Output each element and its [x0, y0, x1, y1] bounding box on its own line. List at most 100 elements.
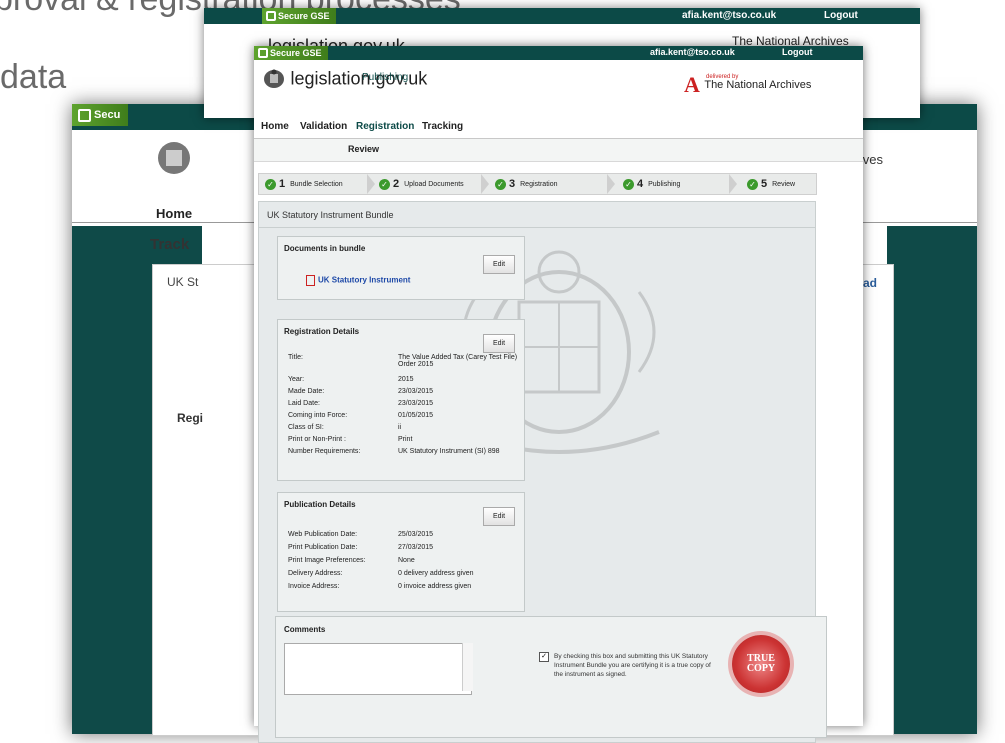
slide-title-line2: data	[0, 58, 67, 96]
logout-link[interactable]: Logout	[782, 47, 813, 57]
detail-value: 01/05/2015	[398, 412, 434, 419]
step-publishing[interactable]: ✓ 4 Publishing	[623, 176, 680, 192]
detail-key: Print Image Preferences:	[288, 557, 366, 564]
check-icon: ✓	[747, 178, 758, 190]
secure-label: Secu	[94, 109, 121, 121]
tna-logo: A delivered by The National Archives	[684, 72, 811, 98]
comments-scrollbar[interactable]	[462, 643, 473, 691]
detail-value: 0 delivery address given	[398, 570, 474, 577]
detail-key: Number Requirements:	[288, 448, 361, 455]
registration-heading: Regi	[177, 411, 204, 425]
registration-heading: Registration Details	[284, 327, 360, 336]
tna-delivered: delivered by	[706, 74, 739, 80]
comments-box: Comments ✓ By checking this box and subm…	[275, 616, 827, 738]
detail-key: Class of SI:	[288, 424, 324, 431]
progress-steps: ✓ 1 Bundle Selection ✓ 2 Upload Document…	[258, 173, 817, 195]
step-bundle-selection[interactable]: ✓ 1 Bundle Selection	[265, 176, 343, 192]
nav-home[interactable]: Home	[156, 206, 192, 221]
check-icon: ✓	[495, 178, 506, 190]
logout-link[interactable]: Logout	[824, 10, 858, 21]
front-window: Secure GSE afia.kent@tso.co.uk Logout le…	[254, 46, 863, 743]
brand-subtitle: Publishing	[362, 72, 409, 83]
secure-label: Secure GSE	[278, 11, 330, 21]
registration-edit-button[interactable]: Edit	[483, 334, 515, 353]
registration-details-box: Registration Details Edit Title: The Val…	[277, 319, 525, 481]
bundle-tab[interactable]: UK St	[167, 275, 198, 289]
detail-key: Title:	[288, 354, 303, 361]
detail-key: Print or Non-Print :	[288, 436, 346, 443]
detail-key: Print Publication Date:	[288, 544, 358, 551]
nav-home[interactable]: Home	[261, 121, 289, 132]
detail-key: Laid Date:	[288, 400, 320, 407]
publication-details-box: Publication Details Edit Web Publication…	[277, 492, 525, 612]
step-registration[interactable]: ✓ 3 Registration	[495, 176, 557, 192]
seal-line2: COPY	[746, 663, 776, 674]
secure-label: Secure GSE	[270, 48, 322, 58]
step-label: Upload Documents	[404, 180, 464, 188]
detail-value: 27/03/2015	[398, 544, 434, 551]
nav-validation[interactable]: Validation	[300, 121, 347, 132]
step-separator	[607, 174, 615, 194]
pdf-icon	[306, 275, 315, 286]
detail-value: 2015	[398, 376, 414, 383]
secure-badge: Secu	[72, 104, 129, 126]
divider	[259, 227, 815, 228]
detail-key: Invoice Address:	[288, 583, 340, 590]
bundle-title: UK Statutory Instrument Bundle	[267, 210, 394, 220]
detail-key: Year:	[288, 376, 305, 383]
certify-text: By checking this box and submitting this…	[554, 653, 711, 678]
document-link-label: UK Statutory Instrument	[318, 275, 411, 285]
check-icon: ✓	[379, 178, 390, 190]
user-email: afia.kent@tso.co.uk	[650, 47, 735, 57]
detail-key: Delivery Address:	[288, 570, 343, 577]
check-icon: ✓	[623, 178, 634, 190]
tna-a-icon: A	[684, 72, 700, 97]
detail-value: 0 invoice address given	[398, 583, 472, 590]
royal-crest-icon	[154, 138, 194, 187]
publication-edit-button[interactable]: Edit	[483, 507, 515, 526]
nav-tracking[interactable]: Tracking	[422, 121, 463, 132]
step-review[interactable]: ✓ 5 Review	[747, 176, 795, 192]
detail-key: Made Date:	[288, 388, 325, 395]
certify-checkbox[interactable]: ✓	[539, 652, 549, 662]
true-copy-seal-icon: TRUE COPY	[732, 635, 790, 693]
documents-heading: Documents in bundle	[284, 244, 366, 253]
comments-input[interactable]	[284, 643, 472, 695]
documents-edit-button[interactable]: Edit	[483, 255, 515, 274]
step-number: 4	[637, 178, 644, 190]
secure-badge: Secure GSE	[262, 8, 336, 24]
step-number: 3	[509, 178, 516, 190]
detail-value: 23/03/2015	[398, 400, 434, 407]
document-link[interactable]: UK Statutory Instrument	[306, 275, 410, 286]
main-nav: Home Validation Registration Tracking	[254, 116, 863, 139]
detail-key: Coming into Force:	[288, 412, 348, 419]
step-separator	[729, 174, 737, 194]
lock-icon	[258, 48, 268, 58]
subnav-review[interactable]: Review	[348, 144, 379, 154]
detail-value: ii	[398, 424, 402, 431]
detail-value: 25/03/2015	[398, 531, 434, 538]
detail-value: None	[398, 557, 415, 564]
step-label: Registration	[520, 180, 558, 188]
step-separator	[367, 174, 375, 194]
step-number: 5	[761, 178, 768, 190]
step-upload-documents[interactable]: ✓ 2 Upload Documents	[379, 176, 464, 192]
check-icon: ✓	[265, 178, 276, 190]
top-bar	[254, 46, 863, 60]
lock-icon	[266, 11, 276, 21]
tracking-heading: Track	[150, 236, 190, 253]
lock-icon	[78, 109, 91, 122]
link-partial[interactable]: ad	[863, 276, 877, 290]
step-label: Review	[772, 180, 796, 188]
documents-box: Documents in bundle Edit UK Statutory In…	[277, 236, 525, 300]
step-separator	[481, 174, 489, 194]
tna-name: The National Archives	[704, 79, 812, 91]
nav-registration[interactable]: Registration	[356, 121, 414, 132]
step-label: Publishing	[648, 180, 681, 188]
sub-nav: Review	[254, 139, 863, 162]
detail-value: The Value Added Tax (Carey Test File) Or…	[398, 354, 518, 368]
detail-key: Web Publication Date:	[288, 531, 358, 538]
secure-badge: Secure GSE	[254, 46, 328, 60]
step-number: 2	[393, 178, 400, 190]
publication-heading: Publication Details	[284, 500, 356, 509]
